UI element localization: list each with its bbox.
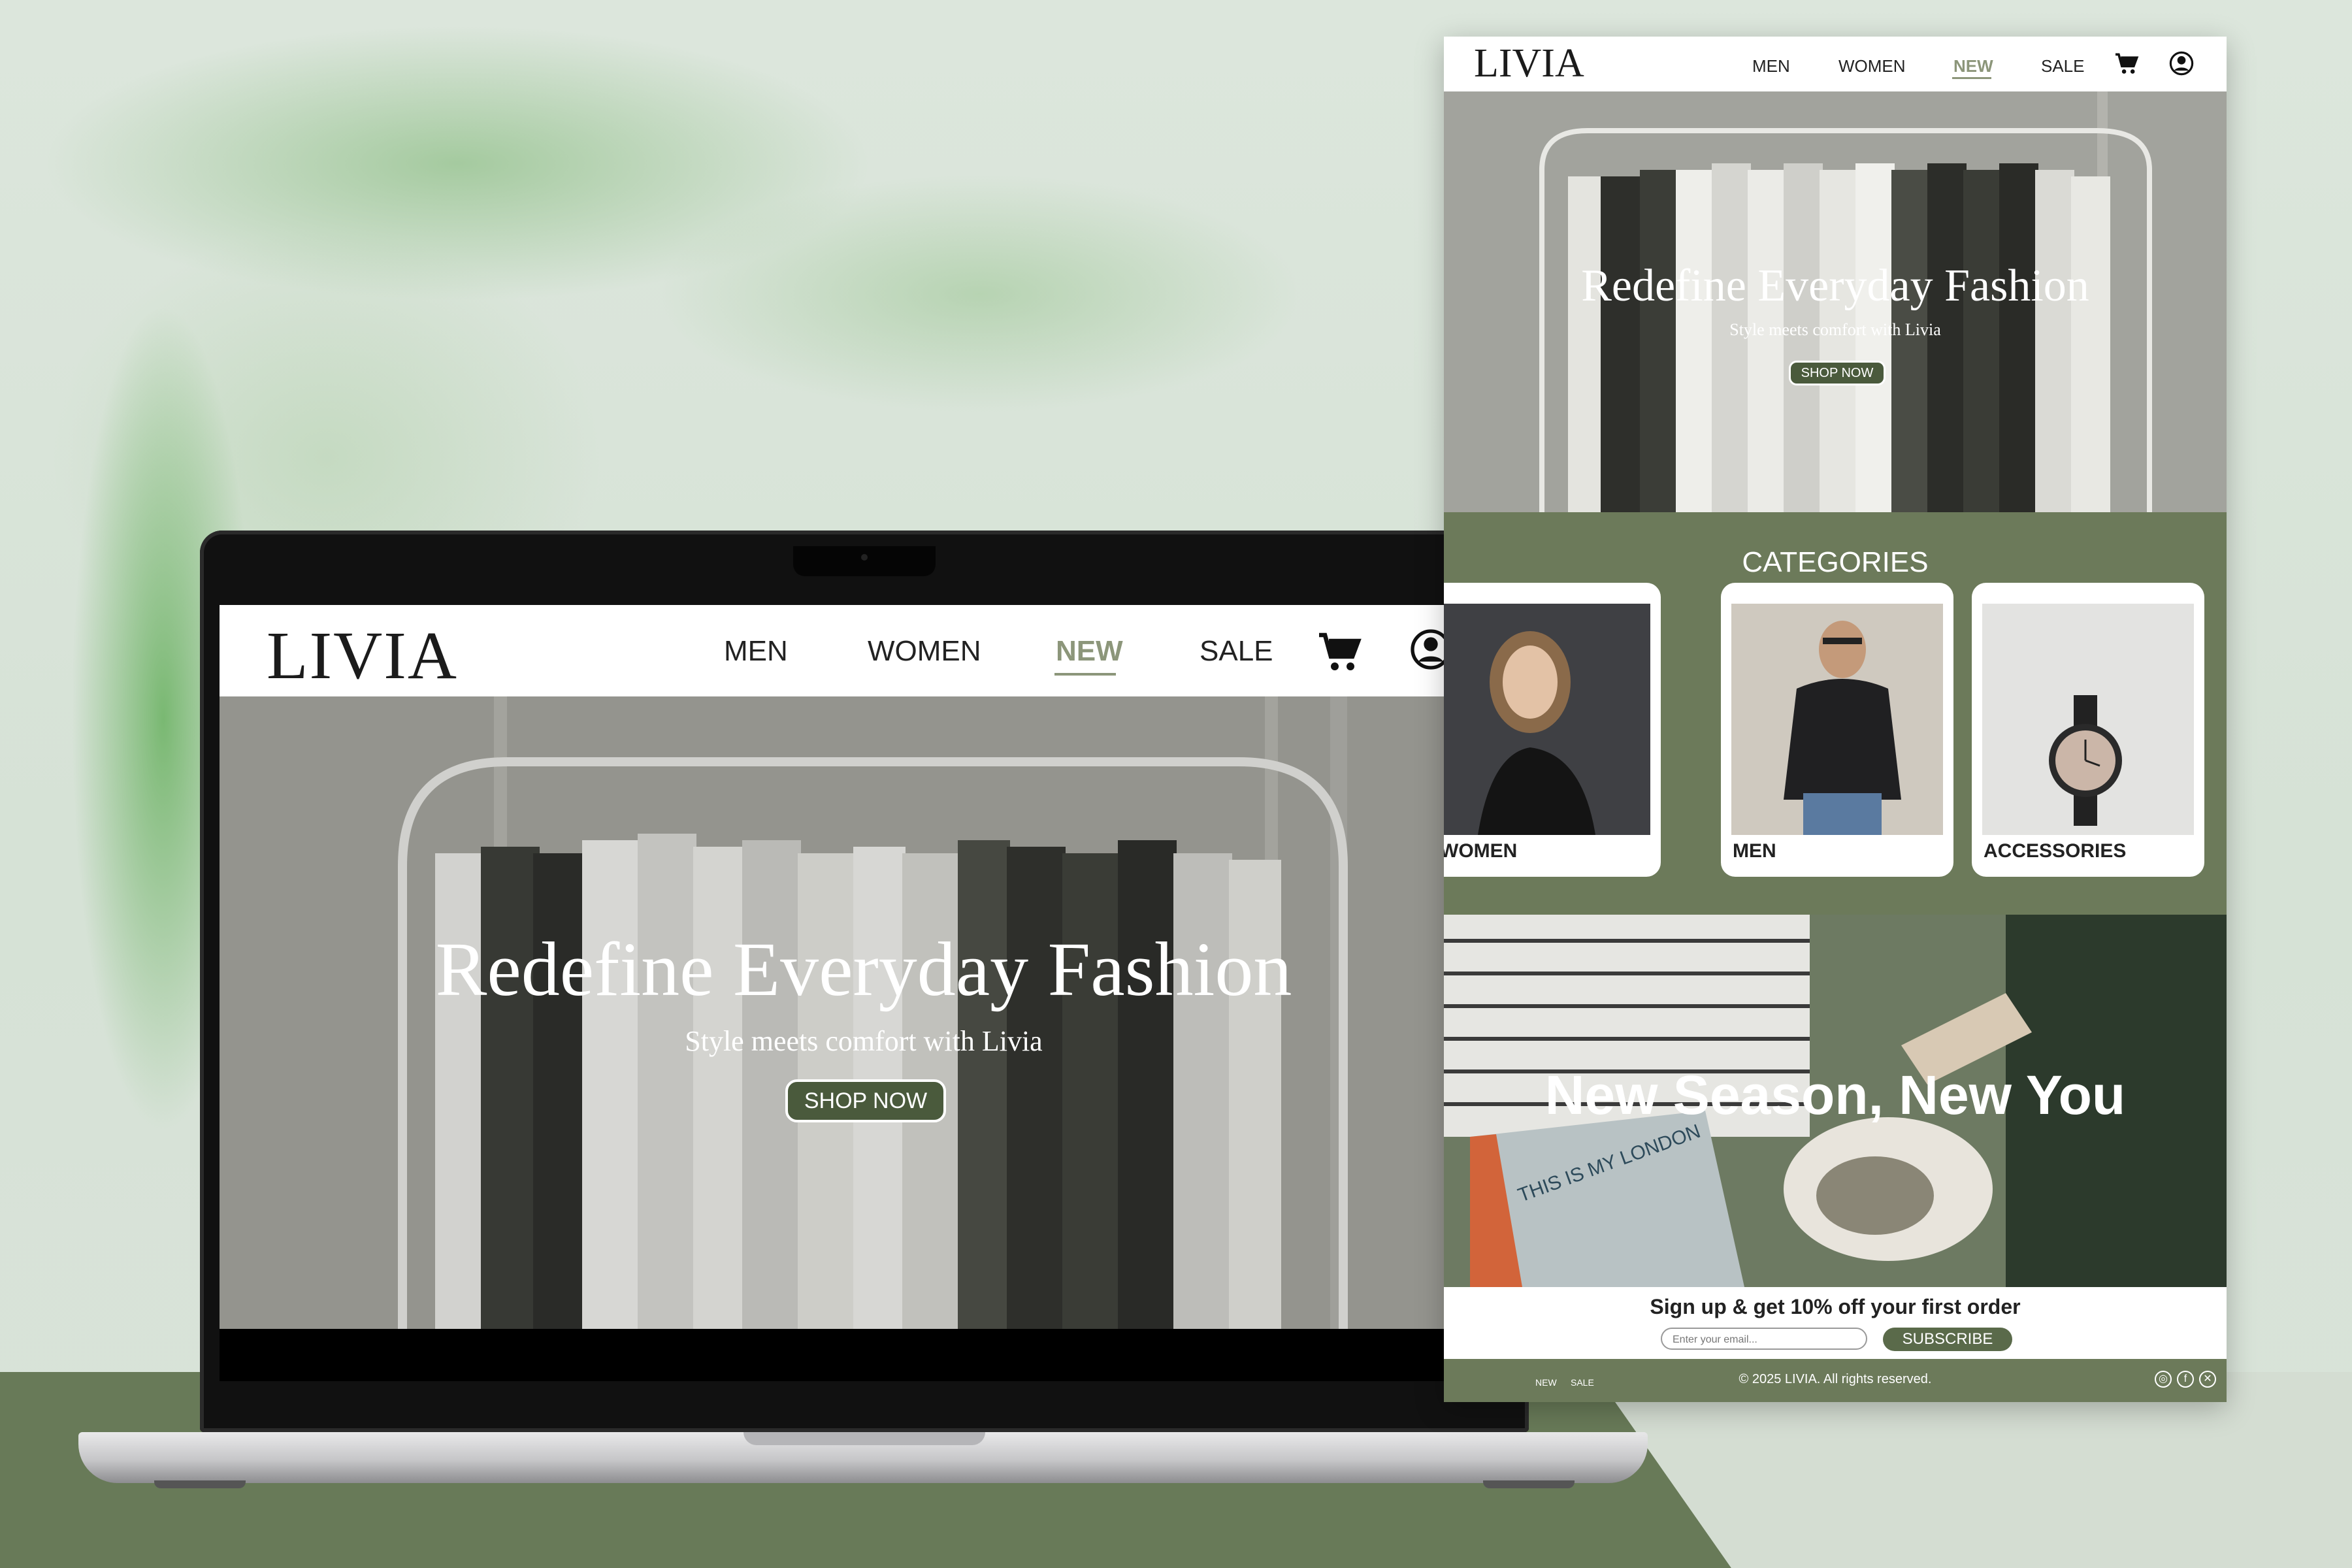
- category-card-men[interactable]: MEN: [1721, 583, 1953, 877]
- categories-heading: CATEGORIES: [1742, 546, 1929, 578]
- nav-women[interactable]: WOMEN: [868, 635, 981, 668]
- signup-text: Sign up & get 10% off your first order: [1650, 1295, 2021, 1318]
- category-card-women[interactable]: WOMEN: [1444, 583, 1661, 877]
- nav-new[interactable]: NEW: [1056, 635, 1123, 668]
- men-photo: [1731, 604, 1943, 835]
- laptop-foot: [1483, 1480, 1575, 1488]
- hero-banner: Redefine Everyday Fashion Style meets co…: [1444, 91, 2227, 512]
- category-label: ACCESSORIES: [1984, 840, 2127, 862]
- laptop-bezel-bottom: [220, 1329, 1508, 1381]
- logo[interactable]: LIVIA: [267, 617, 458, 694]
- women-photo: [1444, 604, 1650, 835]
- laptop-foot: [154, 1480, 246, 1488]
- promo-banner: THIS IS MY LONDON New Season, New You: [1444, 915, 2227, 1287]
- category-label: MEN: [1733, 840, 1776, 862]
- active-nav-indicator: [1054, 673, 1116, 676]
- nav-men[interactable]: MEN: [1752, 56, 1790, 76]
- camera-icon: [861, 554, 868, 561]
- user-icon[interactable]: [2169, 51, 2194, 76]
- accessories-photo: [1982, 604, 2194, 835]
- laptop-opening-notch: [743, 1432, 985, 1445]
- category-label: WOMEN: [1444, 840, 1518, 862]
- page-mockup: LIVIA MEN WOMEN NEW SALE Redefine Everyd…: [1444, 37, 2227, 1402]
- shop-now-button[interactable]: SHOP NOW: [1789, 361, 1886, 385]
- hero-title: Redefine Everyday Fashion: [1581, 261, 2089, 311]
- footer: NEW SALE © 2025 LIVIA. All rights reserv…: [1444, 1359, 2227, 1402]
- nav-sale[interactable]: SALE: [2041, 56, 2085, 76]
- site-header: LIVIA MEN WOMEN NEW SALE: [1444, 37, 2227, 91]
- nav-women[interactable]: WOMEN: [1838, 56, 1906, 76]
- copyright: © 2025 LIVIA. All rights reserved.: [1739, 1372, 1932, 1386]
- laptop-screen: LIVIA MEN WOMEN NEW SALE Redefine Everyd…: [220, 605, 1508, 1329]
- shop-now-button[interactable]: SHOP NOW: [785, 1079, 946, 1122]
- hero-subtitle: Style meets comfort with Livia: [685, 1025, 1043, 1057]
- hero-banner: Redefine Everyday Fashion Style meets co…: [220, 696, 1508, 1329]
- camera-notch: [793, 546, 936, 576]
- email-input[interactable]: Enter your email...: [1661, 1328, 1867, 1350]
- facebook-icon[interactable]: f: [2177, 1371, 2194, 1388]
- hero-title: Redefine Everyday Fashion: [435, 926, 1292, 1012]
- logo[interactable]: LIVIA: [1474, 41, 1584, 87]
- site-header: LIVIA MEN WOMEN NEW SALE: [220, 605, 1508, 696]
- promo-title: New Season, New You: [1544, 1064, 2126, 1126]
- hero-subtitle: Style meets comfort with Livia: [1729, 320, 1941, 339]
- active-nav-indicator: [1952, 77, 1991, 79]
- category-card-accessories[interactable]: ACCESSORIES: [1972, 583, 2204, 877]
- newsletter-signup: Sign up & get 10% off your first order E…: [1444, 1287, 2227, 1359]
- nav-sale[interactable]: SALE: [1200, 635, 1273, 668]
- cart-icon[interactable]: [2114, 52, 2140, 76]
- subscribe-button[interactable]: SUBSCRIBE: [1883, 1328, 2012, 1351]
- cart-icon[interactable]: [1317, 631, 1364, 674]
- instagram-icon[interactable]: ◎: [2155, 1371, 2172, 1388]
- nav-men[interactable]: MEN: [724, 635, 788, 668]
- nav-new[interactable]: NEW: [1953, 56, 1993, 76]
- x-icon[interactable]: ✕: [2199, 1371, 2216, 1388]
